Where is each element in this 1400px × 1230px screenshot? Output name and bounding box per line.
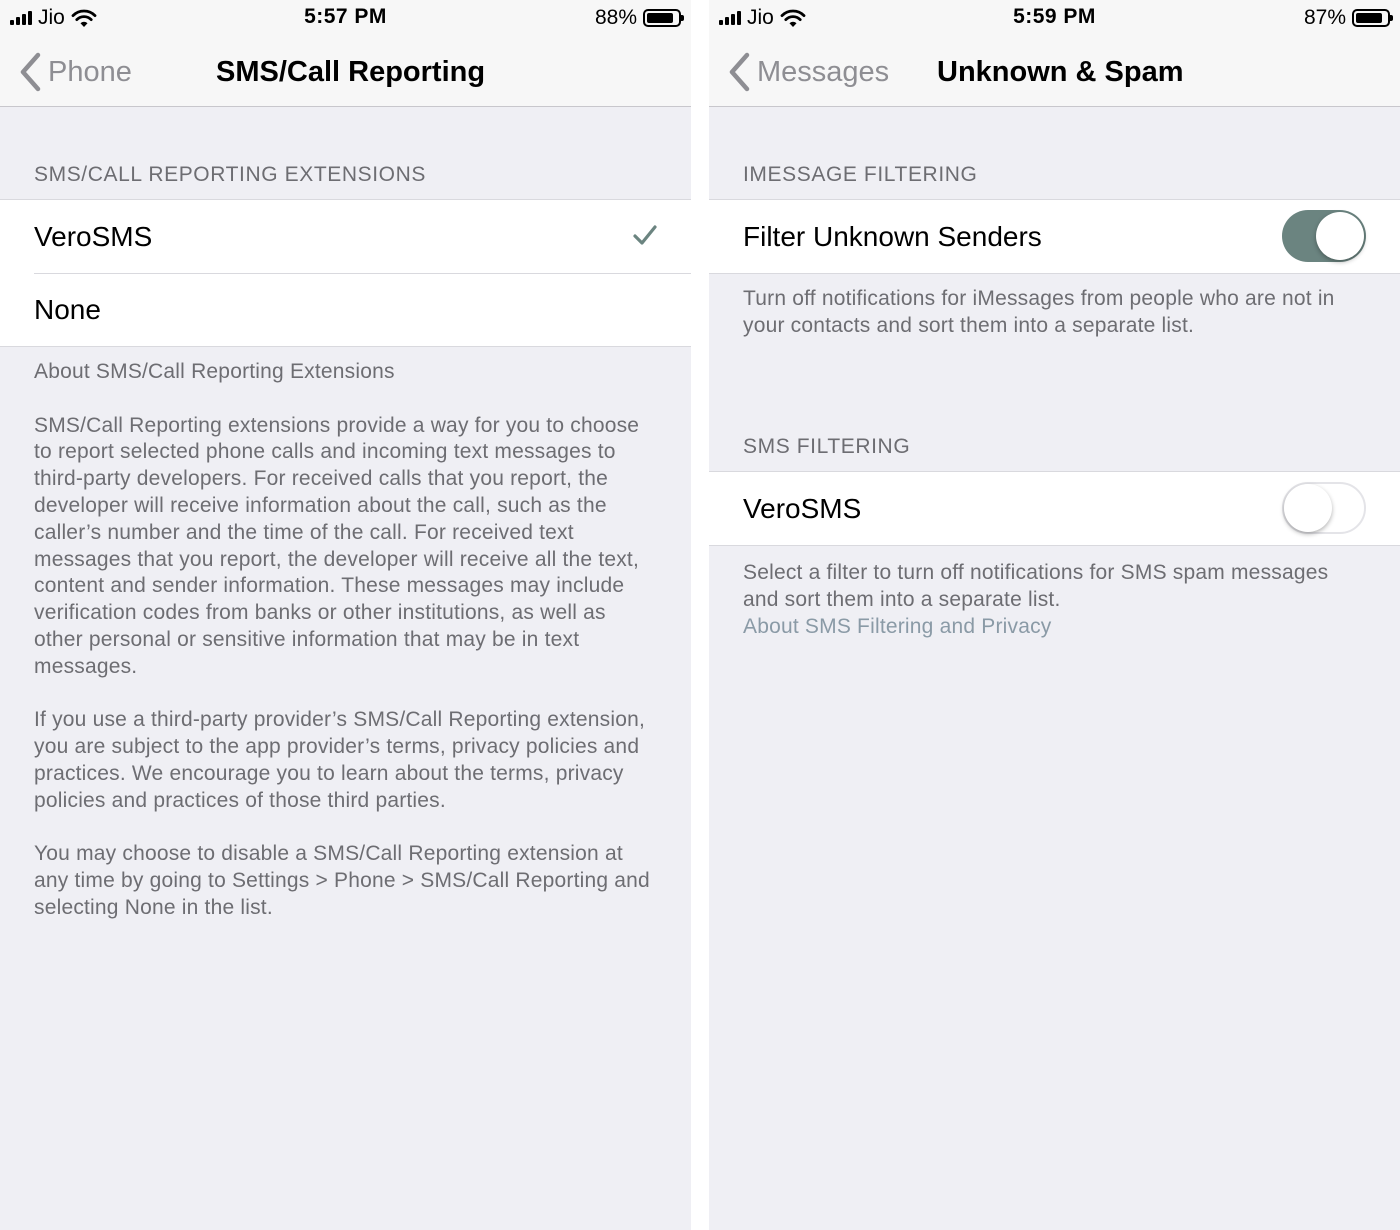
option-none[interactable]: None — [0, 273, 691, 346]
filter-unknown-senders-row: Filter Unknown Senders — [709, 200, 1400, 273]
about-paragraph: If you use a third-party provider’s SMS/… — [34, 708, 646, 812]
page-title: SMS/Call Reporting — [216, 56, 486, 88]
status-bar: Jio 5:57 PM 88% — [0, 0, 691, 36]
battery-percentage: 87% — [1303, 6, 1346, 29]
chevron-left-icon — [20, 52, 41, 92]
sms-filtering-description: Select a filter to turn off notification… — [743, 561, 1329, 611]
toggle-knob — [1284, 484, 1332, 532]
about-sms-filtering-link[interactable]: About SMS Filtering and Privacy — [743, 614, 1366, 641]
status-time: 5:57 PM — [304, 5, 387, 28]
sms-filtering-group: VeroSMS — [709, 471, 1400, 546]
status-bar: Jio 5:59 PM 87% — [709, 0, 1400, 36]
option-label: VeroSMS — [34, 220, 153, 252]
option-label: None — [34, 293, 101, 325]
section-header: SMS/CALL REPORTING EXTENSIONS — [34, 163, 426, 186]
about-paragraph: SMS/Call Reporting extensions provide a … — [34, 413, 640, 678]
imessage-filtering-header: IMESSAGE FILTERING — [743, 163, 978, 186]
about-title: About SMS/Call Reporting Extensions — [34, 360, 395, 383]
battery-percentage: 88% — [594, 6, 637, 29]
unknown-and-spam-screen: Jio 5:59 PM 87% Messages Unknown & Spam … — [709, 0, 1400, 1230]
sms-call-reporting-screen: Jio 5:57 PM 88% Phone SMS/Call Reporting… — [0, 0, 691, 1230]
filter-unknown-senders-label: Filter Unknown Senders — [743, 220, 1042, 252]
back-button-label: Phone — [48, 55, 132, 88]
verosms-filter-toggle[interactable] — [1282, 482, 1366, 534]
chevron-left-icon — [729, 52, 750, 92]
imessage-filtering-footer: Turn off notifications for iMessages fro… — [743, 287, 1335, 337]
navigation-bar: Phone SMS/Call Reporting — [0, 36, 691, 107]
checkmark-icon — [633, 225, 657, 245]
back-button[interactable]: Messages — [727, 50, 889, 94]
page-title: Unknown & Spam — [937, 56, 1184, 88]
filter-unknown-senders-toggle[interactable] — [1282, 210, 1366, 262]
back-button-label: Messages — [757, 55, 890, 88]
battery-icon — [1352, 9, 1393, 27]
battery-icon — [643, 9, 684, 27]
verosms-filter-label: VeroSMS — [743, 492, 862, 524]
sms-filtering-header: SMS FILTERING — [743, 435, 911, 458]
imessage-filtering-group: Filter Unknown Senders — [709, 199, 1400, 274]
sms-filtering-footer: Select a filter to turn off notification… — [743, 560, 1366, 640]
navigation-bar: Messages Unknown & Spam — [709, 36, 1400, 107]
back-button[interactable]: Phone — [18, 50, 132, 94]
toggle-knob — [1316, 212, 1364, 260]
verosms-filter-row: VeroSMS — [709, 472, 1400, 545]
extension-options-list: VeroSMS None — [0, 199, 691, 347]
option-verosms[interactable]: VeroSMS — [0, 200, 691, 273]
about-section: About SMS/Call Reporting Extensions SMS/… — [34, 359, 657, 949]
about-paragraph: You may choose to disable a SMS/Call Rep… — [34, 842, 650, 919]
status-time: 5:59 PM — [1013, 5, 1096, 28]
